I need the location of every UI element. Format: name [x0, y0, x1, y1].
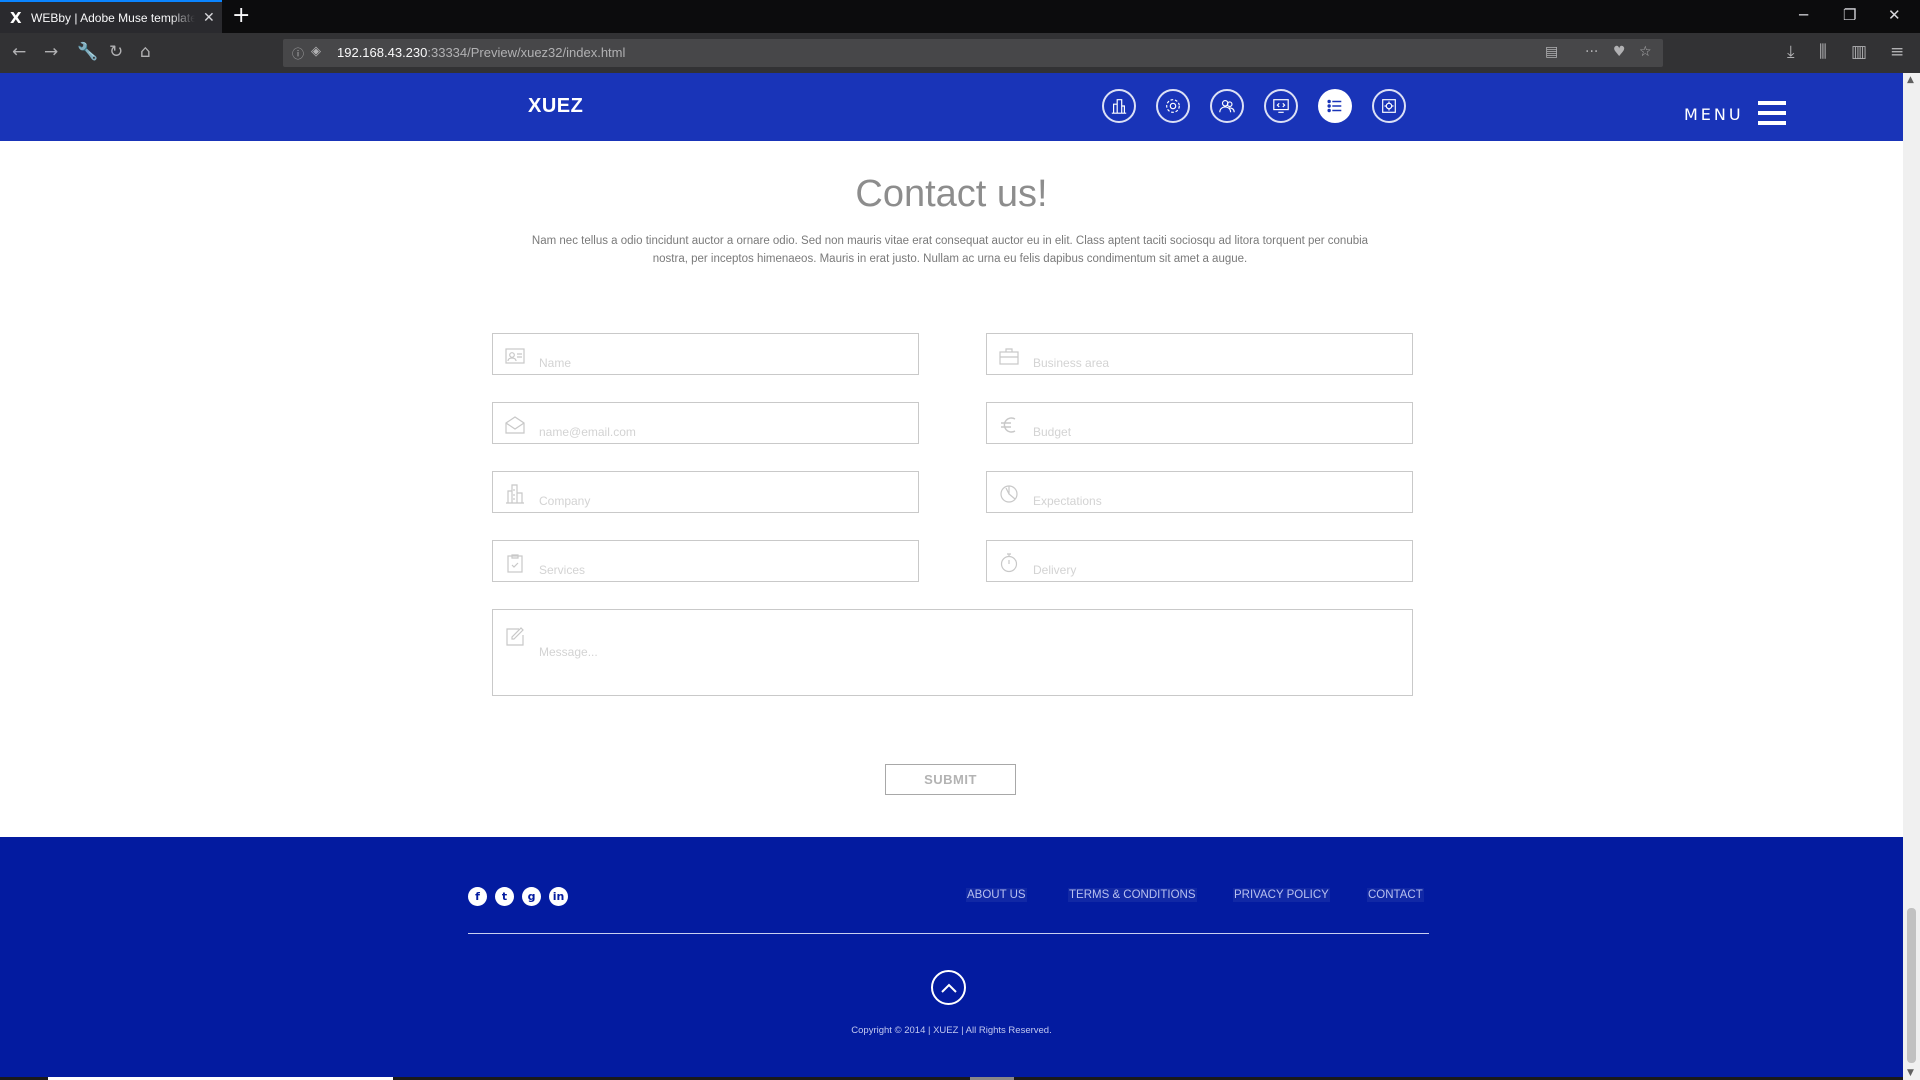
- tab-favicon-icon: X: [10, 8, 22, 27]
- minimize-icon[interactable]: ─: [1799, 6, 1808, 24]
- settings-panel-icon[interactable]: [1372, 89, 1406, 123]
- tracking-shield-icon[interactable]: ◈: [311, 44, 321, 59]
- back-to-top-button[interactable]: [931, 970, 966, 1005]
- edit-note-icon: [505, 627, 525, 647]
- building-icon[interactable]: [1102, 89, 1136, 123]
- sidebar-icon[interactable]: ▥: [1851, 42, 1867, 62]
- page-scrollbar[interactable]: ▲ ▼: [1903, 73, 1920, 1080]
- message-field[interactable]: [492, 609, 1413, 696]
- tab-title: WEBby | Adobe Muse template: [31, 10, 195, 25]
- gear-icon[interactable]: [1156, 89, 1190, 123]
- envelope-icon: [505, 415, 525, 435]
- business-area-input[interactable]: [1033, 356, 1403, 370]
- menu-burger-icon[interactable]: [1758, 101, 1786, 125]
- contact-title: Contact us!: [855, 173, 1048, 215]
- hamburger-menu-icon[interactable]: ≡: [1890, 42, 1904, 62]
- services-field[interactable]: [492, 540, 919, 582]
- site-header: XUEZ MENU: [0, 73, 1903, 141]
- restore-icon[interactable]: ❐: [1843, 6, 1856, 24]
- browser-toolbar: ← → 🔧 ↻ ⌂ ⓘ ◈ 192.168.43.230:33334/Previ…: [0, 33, 1920, 73]
- briefcase-icon: [999, 346, 1019, 366]
- monitor-code-icon[interactable]: [1264, 89, 1298, 123]
- services-input[interactable]: [539, 563, 909, 577]
- new-tab-button[interactable]: +: [232, 3, 250, 28]
- bookmark-star-icon[interactable]: ☆: [1639, 44, 1652, 60]
- url-host: 192.168.43.230: [337, 45, 428, 60]
- footer-divider: [468, 933, 1429, 934]
- footer-link-about-us[interactable]: ABOUT US: [966, 888, 1027, 902]
- tab-close-icon[interactable]: ✕: [203, 10, 215, 26]
- chevron-up-icon: [940, 983, 957, 993]
- users-icon[interactable]: [1210, 89, 1244, 123]
- clipboard-check-icon: [505, 553, 525, 573]
- expectations-field[interactable]: [986, 471, 1413, 513]
- forward-icon[interactable]: →: [44, 42, 58, 62]
- submit-button[interactable]: SUBMIT: [885, 764, 1016, 795]
- site-info-icon[interactable]: ⓘ: [292, 45, 304, 62]
- twitter-icon[interactable]: t: [495, 887, 514, 906]
- social-links: f t g in: [468, 887, 568, 906]
- browser-tab-bar: X WEBby | Adobe Muse template ✕ + ─ ❐ ✕: [0, 0, 1920, 33]
- message-input[interactable]: [539, 645, 909, 685]
- reader-view-icon[interactable]: ▤: [1545, 44, 1558, 60]
- scroll-down-arrow-icon[interactable]: ▼: [1907, 1068, 1914, 1078]
- site-logo[interactable]: XUEZ: [528, 95, 583, 118]
- name-input[interactable]: [539, 356, 909, 370]
- email-input[interactable]: [539, 425, 909, 439]
- pocket-icon[interactable]: ♥: [1613, 44, 1626, 60]
- library-icon[interactable]: ⫼: [1819, 42, 1827, 62]
- home-icon[interactable]: ⌂: [140, 42, 151, 62]
- contact-description-line1: Nam nec tellus a odio tincidunt auctor a…: [531, 235, 1369, 247]
- linkedin-icon[interactable]: in: [549, 887, 568, 906]
- delivery-input[interactable]: [1033, 563, 1403, 577]
- site-footer: f t g in ABOUT US TERMS & CONDITIONS PRI…: [0, 837, 1903, 1080]
- downloads-icon[interactable]: ⤓: [1787, 42, 1795, 62]
- copyright-text: Copyright © 2014 | XUEZ | All Rights Res…: [851, 1025, 1052, 1036]
- url-bar[interactable]: ⓘ ◈ 192.168.43.230:33334/Preview/xuez32/…: [283, 39, 1663, 67]
- url-text[interactable]: 192.168.43.230:33334/Preview/xuez32/inde…: [337, 45, 625, 60]
- budget-input[interactable]: [1033, 425, 1403, 439]
- back-icon[interactable]: ←: [12, 42, 26, 62]
- url-path: :33334/Preview/xuez32/index.html: [427, 45, 626, 60]
- header-icon-nav: [1102, 89, 1406, 123]
- footer-link-terms[interactable]: TERMS & CONDITIONS: [1068, 888, 1197, 902]
- page-viewport: XUEZ MENU Contact us! Nam nec tellus a o…: [0, 73, 1903, 1080]
- scroll-up-arrow-icon[interactable]: ▲: [1907, 75, 1914, 85]
- facebook-icon[interactable]: f: [468, 887, 487, 906]
- reload-icon[interactable]: ↻: [109, 42, 123, 62]
- menu-label[interactable]: MENU: [1684, 105, 1744, 124]
- contact-description: Nam nec tellus a odio tincidunt auctor a…: [500, 232, 1400, 268]
- business-area-field[interactable]: [986, 333, 1413, 375]
- window-close-icon[interactable]: ✕: [1888, 6, 1901, 24]
- scrollbar-thumb[interactable]: [1907, 908, 1916, 1063]
- wrench-icon[interactable]: 🔧: [77, 42, 98, 62]
- pie-chart-icon: [999, 484, 1019, 504]
- contact-description-line2: nostra, per inceptos himenaeos. Mauris i…: [652, 253, 1248, 265]
- footer-link-privacy[interactable]: PRIVACY POLICY: [1233, 888, 1330, 902]
- id-card-icon: [505, 346, 525, 366]
- company-field[interactable]: [492, 471, 919, 513]
- browser-tab[interactable]: X WEBby | Adobe Muse template ✕: [0, 0, 222, 33]
- euro-icon: [999, 415, 1019, 435]
- company-input[interactable]: [539, 494, 909, 508]
- building-icon: [505, 484, 525, 504]
- stopwatch-icon: [999, 553, 1019, 573]
- page-actions-icon[interactable]: ···: [1585, 44, 1598, 60]
- google-plus-icon[interactable]: g: [522, 887, 541, 906]
- expectations-input[interactable]: [1033, 494, 1403, 508]
- email-field[interactable]: [492, 402, 919, 444]
- name-field[interactable]: [492, 333, 919, 375]
- footer-link-contact[interactable]: CONTACT: [1367, 888, 1424, 902]
- list-icon[interactable]: [1318, 89, 1352, 123]
- delivery-field[interactable]: [986, 540, 1413, 582]
- budget-field[interactable]: [986, 402, 1413, 444]
